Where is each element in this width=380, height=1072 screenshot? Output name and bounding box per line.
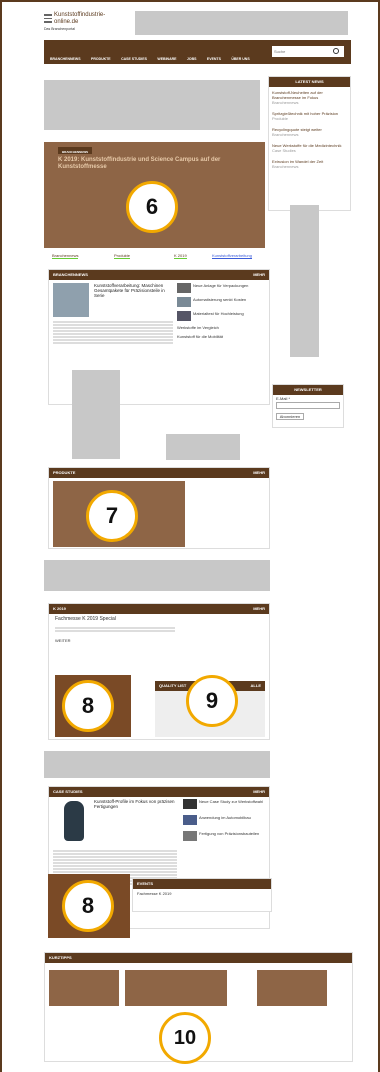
events-widget: EVENTS Fachmesse K 2019 [132,878,272,912]
produkte-more-link[interactable]: MEHR [253,470,265,476]
case-studies-more-link[interactable]: MEHR [253,789,265,795]
hero-tag: BRANCHENNEWS [58,147,92,154]
newsletter-email-input[interactable] [276,402,340,409]
hero-title[interactable]: K 2019: Kunststoffindustrie und Science … [58,157,258,171]
newsletter-subscribe-button[interactable]: Abonnieren [276,413,304,420]
list-item[interactable]: Neue Case Study zur Werkstoffwahl [183,799,267,809]
k2019-header: K 2019 MEHR [49,604,269,614]
list-item[interactable]: Fertigung von Präzisionsbauteilen [183,831,267,841]
latest-news-widget: LATEST NEWS Kunststoff-Neuheiten auf der… [268,76,351,211]
content-banner-ad[interactable] [44,80,260,130]
k2019-weiter-link[interactable]: WEITER [55,638,71,643]
list-item[interactable]: Neue Anlage für Verpackungen [177,283,267,293]
latest-news-item[interactable]: Kunststoff-Neuheiten auf der Branchenmes… [272,90,347,105]
k2019-title: K 2019 [53,606,66,611]
case-studies-title: CASE STUDIES [53,789,83,794]
quality-list-more-link[interactable]: ALLE [251,683,261,689]
logo-text-1: Kunststoffindustrie- [54,12,106,18]
tab-branchennews[interactable]: Branchennews [52,253,79,259]
step-badge-6: 6 [126,181,178,233]
case-studies-header: CASE STUDIES MEHR [49,787,269,797]
branchennews-lead-image[interactable] [53,283,89,317]
content-banner-ad-3[interactable] [44,751,270,778]
sidebar-skyscraper-ad[interactable] [290,205,319,357]
branchennews-side-list: Neue Anlage für Verpackungen Automatisie… [177,283,267,339]
nav-item-jobs[interactable]: JOBS [187,57,197,61]
tab-k2019[interactable]: K 2019 [174,253,187,259]
k2019-article-text [55,626,175,633]
produkte-header: PRODUKTE MEHR [49,468,269,478]
case-studies-lead-image[interactable] [59,801,89,845]
branchennews-lead-title[interactable]: Kunststoffverarbeitung: Maschinen Gesamt… [94,283,172,298]
events-header: EVENTS [133,879,271,889]
branchennews-lead-text [53,320,173,345]
kurztipps-item[interactable] [257,970,327,1006]
quality-list-title: QUALITY LIST [159,683,187,688]
kurztipps-item[interactable] [125,970,227,1006]
step-badge-7: 7 [86,490,138,542]
newsletter-label: E-Mail * [276,396,291,401]
step-badge-8b: 8 [62,880,114,932]
step-badge-8: 8 [62,680,114,732]
case-studies-lead-title[interactable]: Kunststoff-Profile im Fokus von präzisen… [94,799,178,809]
branchennews-title: BRANCHENNEWS [53,272,88,277]
logo-text-2: online.de [54,19,79,25]
latest-news-item[interactable]: Spritzgießtechnik mit hoher Präzision Pr… [272,111,347,121]
list-item[interactable]: Anwendung im Automobilbau [183,815,267,825]
latest-news-item[interactable]: Extrusion im Wandel der Zeit Branchennew… [272,159,347,169]
tab-produkte[interactable]: Produkte [114,253,131,259]
list-item[interactable]: Werkstoffe im Vergleich [177,325,267,330]
step-badge-9: 9 [186,675,238,727]
list-item[interactable]: Automatisierung senkt Kosten [177,297,267,307]
tagline: Das Branchenportal [44,27,75,31]
nav-item-events[interactable]: EVENTS [207,57,221,61]
site-logo[interactable]: Kunststoffindustrie- online.de Das Branc… [44,12,126,34]
nav-item-produkte[interactable]: PRODUKTE [91,57,111,61]
content-banner-ad-2[interactable] [44,560,270,591]
events-item[interactable]: Fachmesse K 2019 [133,889,271,898]
kurztipps-header: KURZTIPPS [45,953,352,963]
content-ad-small[interactable] [166,434,240,460]
latest-news-item[interactable]: Neue Werkstoffe für die Medizintechnik C… [272,143,347,153]
k2019-more-link[interactable]: MEHR [253,606,265,612]
menu-icon[interactable] [44,14,52,23]
k2019-article-title[interactable]: Fachmesse K 2019 Special [55,616,116,622]
branchennews-more-link[interactable]: MEHR [253,272,265,278]
content-ad-square[interactable] [72,370,120,459]
branchennews-header: BRANCHENNEWS MEHR [49,270,269,280]
tab-kunststoffverarbeitung[interactable]: Kunststoffverarbeitung [212,253,252,259]
nav-item-branchennews[interactable]: BRANCHENNEWS [50,57,81,61]
header-banner-ad[interactable] [135,11,348,35]
latest-news-header: LATEST NEWS [269,77,350,87]
list-item[interactable]: Materialtest für Hochleistung [177,311,267,321]
newsletter-widget: NEWSLETTER E-Mail * Abonnieren [272,384,344,428]
produkte-section: PRODUKTE MEHR [48,467,270,549]
hero-tabs: Branchennews Produkte K 2019 Kunststoffv… [44,251,265,261]
list-item[interactable]: Kunststoff für die Mobilität [177,334,267,339]
search-icon[interactable] [333,48,339,54]
produkte-title: PRODUKTE [53,470,76,475]
nav-item-case-studies[interactable]: CASE STUDIES [121,57,147,61]
case-studies-side-list: Neue Case Study zur Werkstoffwahl Anwend… [183,799,267,841]
latest-news-item[interactable]: Recyclingquote steigt weiter Branchennew… [272,127,347,137]
step-badge-10: 10 [159,1012,211,1064]
nav-item-ueber-uns[interactable]: ÜBER UNS [231,57,249,61]
newsletter-header: NEWSLETTER [273,385,343,395]
nav-item-webinare[interactable]: WEBINARE [157,57,176,61]
kurztipps-item[interactable] [49,970,119,1006]
